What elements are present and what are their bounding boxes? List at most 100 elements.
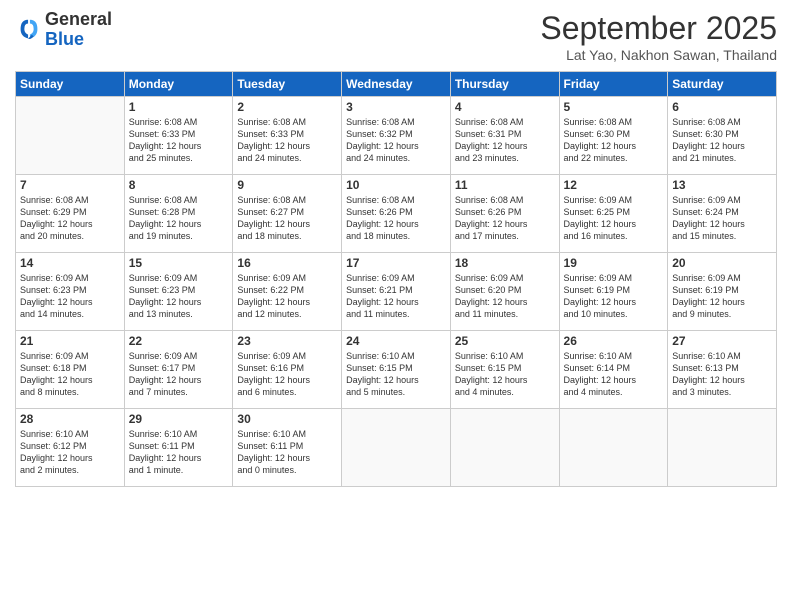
cell-content: Sunrise: 6:09 AM Sunset: 6:20 PM Dayligh… <box>455 272 555 321</box>
calendar-cell <box>559 409 668 487</box>
day-number: 16 <box>237 256 337 270</box>
header-tuesday: Tuesday <box>233 72 342 97</box>
header-monday: Monday <box>124 72 233 97</box>
calendar-cell: 27 Sunrise: 6:10 AM Sunset: 6:13 PM Dayli… <box>668 331 777 409</box>
month-title: September 2025 <box>540 10 777 47</box>
day-number: 2 <box>237 100 337 114</box>
day-number: 15 <box>129 256 229 270</box>
day-number: 28 <box>20 412 120 426</box>
day-number: 24 <box>346 334 446 348</box>
calendar-cell: 4Sunrise: 6:08 AM Sunset: 6:31 PM Daylig… <box>450 97 559 175</box>
cell-content: Sunrise: 6:08 AM Sunset: 6:29 PM Dayligh… <box>20 194 120 243</box>
cell-content: Sunrise: 6:09 AM Sunset: 6:17 PM Dayligh… <box>129 350 229 399</box>
page-container: General Blue September 2025 Lat Yao, Nak… <box>0 0 792 497</box>
day-number: 21 <box>20 334 120 348</box>
calendar-cell <box>16 97 125 175</box>
day-number: 5 <box>564 100 664 114</box>
location-subtitle: Lat Yao, Nakhon Sawan, Thailand <box>540 47 777 63</box>
calendar-cell: 12 Sunrise: 6:09 AM Sunset: 6:25 PM Dayli… <box>559 175 668 253</box>
day-number: 27 <box>672 334 772 348</box>
calendar-cell: 18 Sunrise: 6:09 AM Sunset: 6:20 PM Dayli… <box>450 253 559 331</box>
day-number: 19 <box>564 256 664 270</box>
calendar-cell: 15 Sunrise: 6:09 AM Sunset: 6:23 PM Dayli… <box>124 253 233 331</box>
cell-content: Sunrise: 6:09 AM Sunset: 6:25 PM Dayligh… <box>564 194 664 243</box>
day-number: 7 <box>20 178 120 192</box>
calendar-cell: 10 Sunrise: 6:08 AM Sunset: 6:26 PM Dayli… <box>342 175 451 253</box>
logo-icon <box>15 16 43 44</box>
calendar-cell: 22 Sunrise: 6:09 AM Sunset: 6:17 PM Dayli… <box>124 331 233 409</box>
day-number: 3 <box>346 100 446 114</box>
calendar-cell: 2 Sunrise: 6:08 AM Sunset: 6:33 PM Daylig… <box>233 97 342 175</box>
cell-content: Sunrise: 6:10 AM Sunset: 6:11 PM Dayligh… <box>237 428 337 477</box>
calendar-cell: 5 Sunrise: 6:08 AM Sunset: 6:30 PM Daylig… <box>559 97 668 175</box>
calendar-cell: 28 Sunrise: 6:10 AM Sunset: 6:12 PM Dayli… <box>16 409 125 487</box>
calendar-cell <box>668 409 777 487</box>
day-number: 29 <box>129 412 229 426</box>
header-sunday: Sunday <box>16 72 125 97</box>
calendar-cell: 19 Sunrise: 6:09 AM Sunset: 6:19 PM Dayli… <box>559 253 668 331</box>
day-number: 10 <box>346 178 446 192</box>
cell-content: Sunrise: 6:08 AM Sunset: 6:30 PM Dayligh… <box>564 116 664 165</box>
cell-content: Sunrise: 6:10 AM Sunset: 6:14 PM Dayligh… <box>564 350 664 399</box>
calendar-cell <box>450 409 559 487</box>
day-number: 9 <box>237 178 337 192</box>
cell-content: Sunrise: 6:09 AM Sunset: 6:24 PM Dayligh… <box>672 194 772 243</box>
calendar-cell: 29 Sunrise: 6:10 AM Sunset: 6:11 PM Dayli… <box>124 409 233 487</box>
cell-content: Sunrise: 6:10 AM Sunset: 6:12 PM Dayligh… <box>20 428 120 477</box>
cell-content: Sunrise: 6:09 AM Sunset: 6:23 PM Dayligh… <box>20 272 120 321</box>
header-thursday: Thursday <box>450 72 559 97</box>
calendar-cell: 11 Sunrise: 6:08 AM Sunset: 6:26 PM Dayli… <box>450 175 559 253</box>
day-number: 13 <box>672 178 772 192</box>
cell-content: Sunrise: 6:10 AM Sunset: 6:15 PM Dayligh… <box>455 350 555 399</box>
day-number: 20 <box>672 256 772 270</box>
day-number: 6 <box>672 100 772 114</box>
cell-content: Sunrise: 6:10 AM Sunset: 6:11 PM Dayligh… <box>129 428 229 477</box>
logo-general-text: General <box>45 9 112 29</box>
cell-content: Sunrise: 6:08 AM Sunset: 6:26 PM Dayligh… <box>346 194 446 243</box>
day-number: 17 <box>346 256 446 270</box>
day-number: 18 <box>455 256 555 270</box>
day-number: 12 <box>564 178 664 192</box>
calendar-cell: 16Sunrise: 6:09 AM Sunset: 6:22 PM Dayli… <box>233 253 342 331</box>
calendar-week-4: 21 Sunrise: 6:09 AM Sunset: 6:18 PM Dayli… <box>16 331 777 409</box>
logo-blue-text: Blue <box>45 29 84 49</box>
day-number: 14 <box>20 256 120 270</box>
day-number: 30 <box>237 412 337 426</box>
cell-content: Sunrise: 6:09 AM Sunset: 6:19 PM Dayligh… <box>672 272 772 321</box>
header-friday: Friday <box>559 72 668 97</box>
cell-content: Sunrise: 6:09 AM Sunset: 6:19 PM Dayligh… <box>564 272 664 321</box>
cell-content: Sunrise: 6:08 AM Sunset: 6:28 PM Dayligh… <box>129 194 229 243</box>
cell-content: Sunrise: 6:10 AM Sunset: 6:15 PM Dayligh… <box>346 350 446 399</box>
calendar-cell: 9 Sunrise: 6:08 AM Sunset: 6:27 PM Daylig… <box>233 175 342 253</box>
cell-content: Sunrise: 6:09 AM Sunset: 6:18 PM Dayligh… <box>20 350 120 399</box>
cell-content: Sunrise: 6:09 AM Sunset: 6:21 PM Dayligh… <box>346 272 446 321</box>
calendar-cell: 6Sunrise: 6:08 AM Sunset: 6:30 PM Daylig… <box>668 97 777 175</box>
cell-content: Sunrise: 6:08 AM Sunset: 6:33 PM Dayligh… <box>237 116 337 165</box>
calendar-cell: 13 Sunrise: 6:09 AM Sunset: 6:24 PM Dayli… <box>668 175 777 253</box>
calendar-cell: 30 Sunrise: 6:10 AM Sunset: 6:11 PM Dayli… <box>233 409 342 487</box>
cell-content: Sunrise: 6:08 AM Sunset: 6:33 PM Dayligh… <box>129 116 229 165</box>
day-number: 8 <box>129 178 229 192</box>
calendar-cell: 23Sunrise: 6:09 AM Sunset: 6:16 PM Dayli… <box>233 331 342 409</box>
header-wednesday: Wednesday <box>342 72 451 97</box>
calendar-cell: 8 Sunrise: 6:08 AM Sunset: 6:28 PM Daylig… <box>124 175 233 253</box>
calendar-cell: 7 Sunrise: 6:08 AM Sunset: 6:29 PM Daylig… <box>16 175 125 253</box>
calendar-week-5: 28 Sunrise: 6:10 AM Sunset: 6:12 PM Dayli… <box>16 409 777 487</box>
day-number: 22 <box>129 334 229 348</box>
cell-content: Sunrise: 6:08 AM Sunset: 6:26 PM Dayligh… <box>455 194 555 243</box>
header: General Blue September 2025 Lat Yao, Nak… <box>15 10 777 63</box>
calendar-week-1: 1Sunrise: 6:08 AM Sunset: 6:33 PM Daylig… <box>16 97 777 175</box>
logo: General Blue <box>15 10 112 50</box>
day-number: 11 <box>455 178 555 192</box>
cell-content: Sunrise: 6:08 AM Sunset: 6:31 PM Dayligh… <box>455 116 555 165</box>
cell-content: Sunrise: 6:09 AM Sunset: 6:23 PM Dayligh… <box>129 272 229 321</box>
calendar-cell: 21 Sunrise: 6:09 AM Sunset: 6:18 PM Dayli… <box>16 331 125 409</box>
calendar-week-3: 14 Sunrise: 6:09 AM Sunset: 6:23 PM Dayli… <box>16 253 777 331</box>
calendar-cell: 26 Sunrise: 6:10 AM Sunset: 6:14 PM Dayli… <box>559 331 668 409</box>
cell-content: Sunrise: 6:10 AM Sunset: 6:13 PM Dayligh… <box>672 350 772 399</box>
calendar-week-2: 7 Sunrise: 6:08 AM Sunset: 6:29 PM Daylig… <box>16 175 777 253</box>
cell-content: Sunrise: 6:08 AM Sunset: 6:27 PM Dayligh… <box>237 194 337 243</box>
day-number: 26 <box>564 334 664 348</box>
title-block: September 2025 Lat Yao, Nakhon Sawan, Th… <box>540 10 777 63</box>
calendar-cell: 17 Sunrise: 6:09 AM Sunset: 6:21 PM Dayli… <box>342 253 451 331</box>
